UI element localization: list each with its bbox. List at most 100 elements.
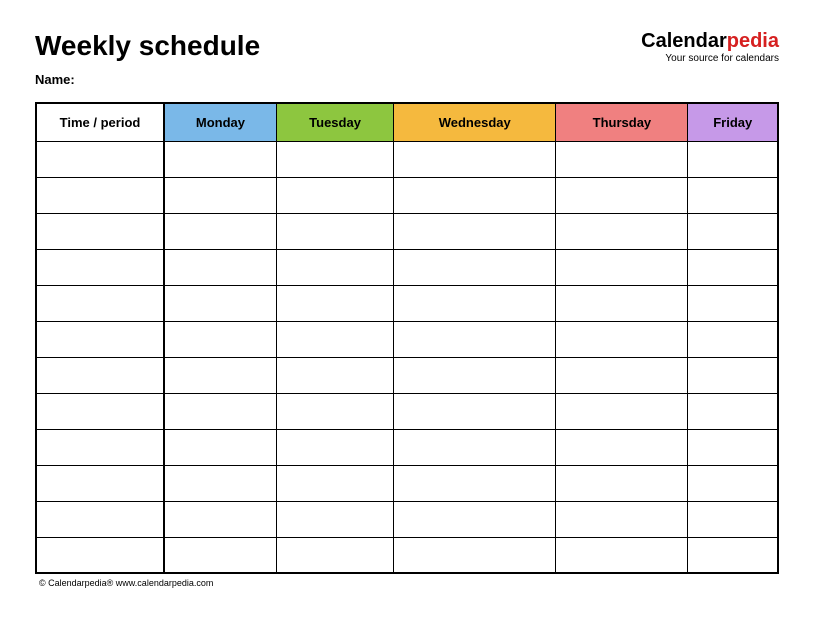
schedule-cell[interactable] xyxy=(164,357,276,393)
time-cell[interactable] xyxy=(36,357,164,393)
table-row xyxy=(36,429,778,465)
schedule-cell[interactable] xyxy=(276,321,393,357)
schedule-cell[interactable] xyxy=(276,357,393,393)
table-row xyxy=(36,213,778,249)
logo: Calendarpedia Your source for calendars xyxy=(641,30,779,64)
time-cell[interactable] xyxy=(36,249,164,285)
time-cell[interactable] xyxy=(36,429,164,465)
schedule-cell[interactable] xyxy=(276,177,393,213)
logo-part1: Calendar xyxy=(641,30,727,52)
schedule-cell[interactable] xyxy=(688,429,778,465)
table-row xyxy=(36,465,778,501)
schedule-cell[interactable] xyxy=(556,393,688,429)
schedule-cell[interactable] xyxy=(688,393,778,429)
schedule-cell[interactable] xyxy=(276,501,393,537)
schedule-cell[interactable] xyxy=(394,393,556,429)
schedule-cell[interactable] xyxy=(276,537,393,573)
schedule-cell[interactable] xyxy=(276,393,393,429)
footer-text: © Calendarpedia® www.calendarpedia.com xyxy=(35,578,779,588)
time-cell[interactable] xyxy=(36,465,164,501)
schedule-cell[interactable] xyxy=(394,537,556,573)
time-header: Time / period xyxy=(36,103,164,141)
schedule-cell[interactable] xyxy=(688,141,778,177)
schedule-cell[interactable] xyxy=(556,465,688,501)
day-header-wednesday: Wednesday xyxy=(394,103,556,141)
schedule-cell[interactable] xyxy=(556,213,688,249)
page-title: Weekly schedule xyxy=(35,30,260,62)
schedule-cell[interactable] xyxy=(276,213,393,249)
table-row xyxy=(36,177,778,213)
schedule-cell[interactable] xyxy=(556,141,688,177)
schedule-cell[interactable] xyxy=(556,429,688,465)
time-cell[interactable] xyxy=(36,213,164,249)
time-cell[interactable] xyxy=(36,321,164,357)
schedule-cell[interactable] xyxy=(556,285,688,321)
schedule-cell[interactable] xyxy=(394,429,556,465)
schedule-cell[interactable] xyxy=(556,321,688,357)
header-row: Time / period Monday Tuesday Wednesday T… xyxy=(36,103,778,141)
table-row xyxy=(36,537,778,573)
schedule-cell[interactable] xyxy=(164,321,276,357)
schedule-cell[interactable] xyxy=(394,357,556,393)
schedule-cell[interactable] xyxy=(164,429,276,465)
time-cell[interactable] xyxy=(36,141,164,177)
time-cell[interactable] xyxy=(36,177,164,213)
time-cell[interactable] xyxy=(36,537,164,573)
schedule-cell[interactable] xyxy=(164,141,276,177)
table-row xyxy=(36,393,778,429)
schedule-cell[interactable] xyxy=(276,285,393,321)
schedule-cell[interactable] xyxy=(556,357,688,393)
logo-tagline: Your source for calendars xyxy=(641,53,779,64)
day-header-friday: Friday xyxy=(688,103,778,141)
day-header-thursday: Thursday xyxy=(556,103,688,141)
schedule-cell[interactable] xyxy=(688,321,778,357)
table-body xyxy=(36,141,778,573)
time-cell[interactable] xyxy=(36,393,164,429)
schedule-cell[interactable] xyxy=(164,213,276,249)
name-label: Name: xyxy=(35,72,779,87)
schedule-cell[interactable] xyxy=(556,177,688,213)
logo-part2: pedia xyxy=(727,30,779,52)
schedule-cell[interactable] xyxy=(164,537,276,573)
schedule-cell[interactable] xyxy=(164,177,276,213)
schedule-cell[interactable] xyxy=(556,537,688,573)
schedule-cell[interactable] xyxy=(164,285,276,321)
schedule-cell[interactable] xyxy=(688,249,778,285)
schedule-cell[interactable] xyxy=(164,249,276,285)
schedule-cell[interactable] xyxy=(394,501,556,537)
schedule-cell[interactable] xyxy=(276,429,393,465)
day-header-tuesday: Tuesday xyxy=(276,103,393,141)
schedule-cell[interactable] xyxy=(276,249,393,285)
schedule-cell[interactable] xyxy=(164,393,276,429)
schedule-cell[interactable] xyxy=(688,537,778,573)
schedule-cell[interactable] xyxy=(556,501,688,537)
schedule-cell[interactable] xyxy=(164,465,276,501)
schedule-cell[interactable] xyxy=(688,213,778,249)
schedule-cell[interactable] xyxy=(688,357,778,393)
table-row xyxy=(36,249,778,285)
schedule-cell[interactable] xyxy=(394,249,556,285)
schedule-cell[interactable] xyxy=(394,465,556,501)
table-row xyxy=(36,285,778,321)
day-header-monday: Monday xyxy=(164,103,276,141)
schedule-cell[interactable] xyxy=(394,285,556,321)
time-cell[interactable] xyxy=(36,501,164,537)
schedule-table: Time / period Monday Tuesday Wednesday T… xyxy=(35,102,779,574)
schedule-cell[interactable] xyxy=(276,465,393,501)
time-cell[interactable] xyxy=(36,285,164,321)
schedule-cell[interactable] xyxy=(394,141,556,177)
schedule-cell[interactable] xyxy=(688,501,778,537)
schedule-cell[interactable] xyxy=(394,321,556,357)
table-row xyxy=(36,357,778,393)
schedule-cell[interactable] xyxy=(688,285,778,321)
table-row xyxy=(36,321,778,357)
logo-text: Calendarpedia xyxy=(641,30,779,53)
schedule-cell[interactable] xyxy=(394,177,556,213)
schedule-cell[interactable] xyxy=(556,249,688,285)
header-row: Weekly schedule Calendarpedia Your sourc… xyxy=(35,30,779,64)
schedule-cell[interactable] xyxy=(394,213,556,249)
schedule-cell[interactable] xyxy=(164,501,276,537)
schedule-cell[interactable] xyxy=(276,141,393,177)
schedule-cell[interactable] xyxy=(688,177,778,213)
schedule-cell[interactable] xyxy=(688,465,778,501)
